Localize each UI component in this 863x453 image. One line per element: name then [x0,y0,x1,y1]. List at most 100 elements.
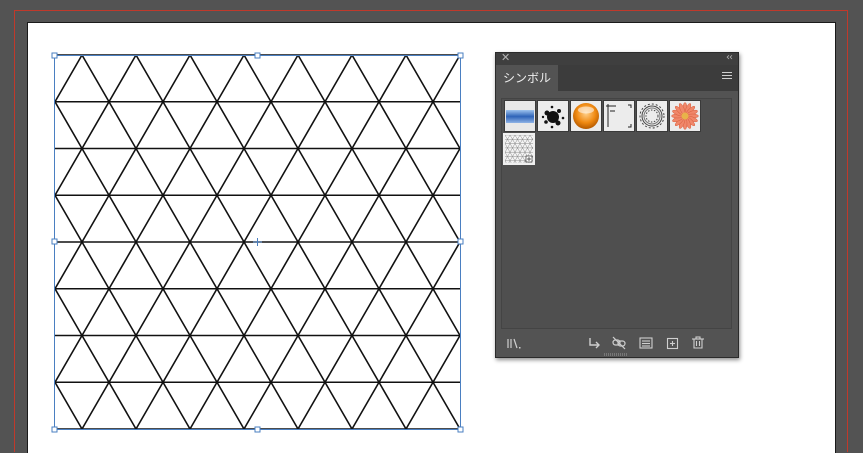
handle-bottom-left[interactable] [51,426,58,433]
grid-diagonal-line [81,241,110,290]
grid-diagonal-line [108,288,137,336]
grid-diagonal-line [81,101,110,149]
grid-diagonal-line [54,54,83,103]
grid-diagonal-line [405,335,434,383]
grid-diagonal-line [432,241,461,290]
handle-top-left[interactable] [51,52,58,59]
grid-diagonal-line [243,148,272,196]
grid-diagonal-line [351,241,380,290]
grid-diagonal-line [270,194,299,243]
grid-diagonal-line [54,381,83,430]
symbol-options-icon[interactable] [638,335,654,351]
grid-diagonal-line [297,335,326,383]
panel-menu-icon[interactable] [722,72,732,82]
symbols-panel[interactable]: ✕ ‹‹ シンボル [495,52,739,358]
grid-diagonal-line [378,148,407,196]
grid-diagonal-line [135,335,164,383]
place-symbol-instance-icon[interactable] [586,335,602,351]
grid-diagonal-line [189,194,218,243]
grid-diagonal-line [135,194,164,243]
grid-diagonal-line [378,101,407,149]
handle-top-center[interactable] [254,52,261,59]
handle-top-right[interactable] [457,52,464,59]
grid-diagonal-line [189,101,218,149]
grid-diagonal-line [243,241,272,290]
grid-diagonal-line [351,381,380,430]
grid-diagonal-line [378,288,407,336]
grid-diagonal-line [297,148,326,196]
grid-diagonal-line [81,381,110,430]
grid-diagonal-line [324,335,353,383]
collapse-double-chevron-icon[interactable]: ‹‹ [726,52,733,64]
grid-diagonal-line [324,241,353,290]
grid-diagonal-line [351,148,380,196]
grid-diagonal-line [405,148,434,196]
symbol-list[interactable] [501,98,732,329]
grid-diagonal-line [405,194,434,243]
grid-diagonal-line [297,54,326,103]
handle-bottom-center[interactable] [254,426,261,433]
grid-diagonal-line [81,335,110,383]
panel-titlebar[interactable]: ✕ ‹‹ [496,52,738,65]
panel-footer [496,329,738,357]
grid-diagonal-line [135,54,164,103]
handle-bottom-right[interactable] [457,426,464,433]
blue-gradient-bar-symbol-icon[interactable] [504,100,536,132]
handle-middle-left[interactable] [51,238,58,245]
grid-diagonal-line [432,54,461,103]
handle-middle-right[interactable] [457,238,464,245]
pink-flower-symbol-icon[interactable] [669,100,701,132]
grid-diagonal-line [81,194,110,243]
grid-diagonal-line [243,194,272,243]
symbol-libraries-menu-icon[interactable] [506,335,522,351]
grid-diagonal-line [270,101,299,149]
grid-diagonal-line [189,381,218,430]
grid-diagonal-line [405,288,434,336]
new-symbol-icon[interactable] [665,335,681,351]
grid-diagonal-line [216,241,245,290]
grid-diagonal-line [378,241,407,290]
grid-diagonal-line [216,148,245,196]
grid-diagonal-line [243,101,272,149]
grid-diagonal-line [162,288,191,336]
tab-symbols[interactable]: シンボル [496,65,558,91]
triangle-pattern-symbol-icon[interactable] [503,133,535,165]
grid-diagonal-line [162,335,191,383]
grid-diagonal-line [108,194,137,243]
grid-diagonal-line [135,241,164,290]
delete-symbol-icon[interactable] [690,335,706,351]
grid-diagonal-line [216,101,245,149]
orange-orb-symbol-icon[interactable] [570,100,602,132]
ink-splatter-symbol-icon[interactable] [537,100,569,132]
panel-resize-grip[interactable] [604,353,628,356]
grid-diagonal-line [378,381,407,430]
grid-diagonal-line [351,335,380,383]
grid-diagonal-line [135,148,164,196]
grid-diagonal-line [351,101,380,149]
grid-diagonal-line [324,381,353,430]
grid-diagonal-line [135,288,164,336]
grid-diagonal-line [189,54,218,103]
wreath-ribbon-symbol-icon[interactable] [636,100,668,132]
grid-diagonal-line [432,381,461,430]
grid-diagonal-line [324,54,353,103]
grid-diagonal-line [270,381,299,430]
grid-diagonal-line [54,241,83,290]
grid-diagonal-line [243,54,272,103]
grid-diagonal-line [54,194,83,243]
grid-diagonal-line [216,288,245,336]
grid-diagonal-line [405,101,434,149]
grid-diagonal-line [324,194,353,243]
grid-diagonal-line [432,335,461,383]
crop-marks-symbol-icon[interactable] [603,100,635,132]
grid-diagonal-line [189,335,218,383]
grid-diagonal-line [270,335,299,383]
grid-diagonal-line [54,148,83,196]
grid-diagonal-line [432,194,461,243]
grid-diagonal-line [297,241,326,290]
close-icon[interactable]: ✕ [501,52,510,64]
grid-diagonal-line [108,101,137,149]
grid-diagonal-line [216,54,245,103]
grid-diagonal-line [432,148,461,196]
break-link-icon[interactable] [611,335,627,351]
